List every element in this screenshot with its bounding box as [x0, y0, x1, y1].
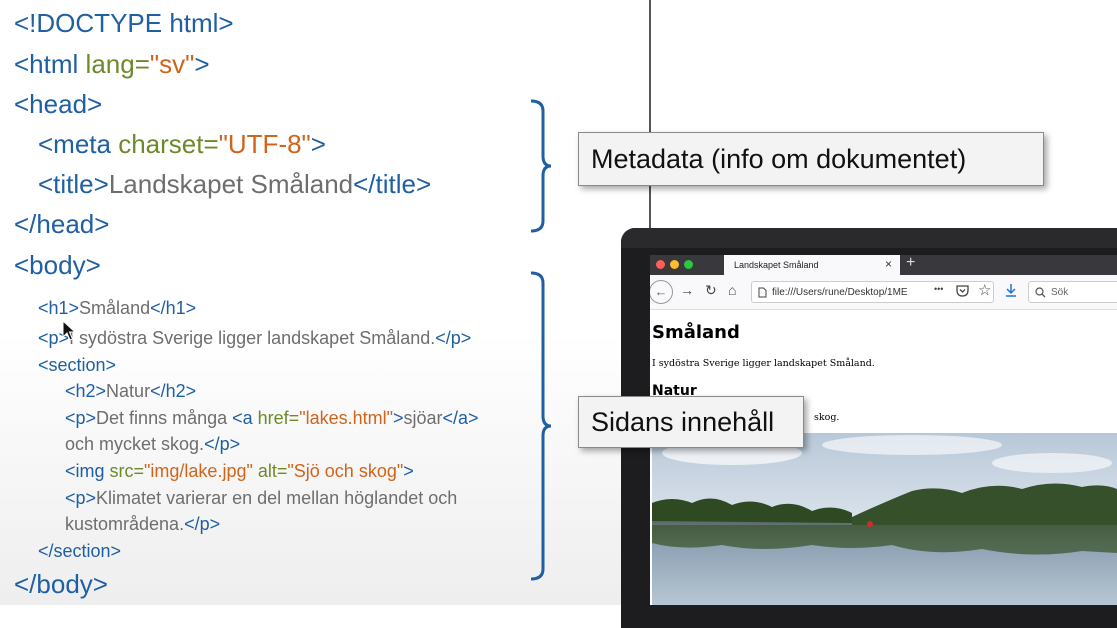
content-callout: Sidans innehåll	[578, 396, 804, 448]
laptop-bezel	[621, 228, 1117, 248]
browser-tab-bar: Landskapet Småland × +	[650, 255, 1117, 275]
new-tab-icon[interactable]: +	[906, 255, 915, 272]
code-section-close: </section>	[38, 541, 122, 561]
code-h1-close: </h1>	[150, 298, 197, 318]
code-line-meta: <meta charset="UTF-8">	[38, 129, 326, 159]
code-meta-attr: charset=	[111, 129, 219, 159]
code-h2-text: Natur	[106, 381, 151, 401]
code-img-src-val: "img/lake.jpg"	[144, 461, 253, 481]
code-line-h2: <h2>Natur</h2>	[65, 380, 196, 402]
page-p1: I sydöstra Sverige ligger landskapet Små…	[652, 358, 875, 369]
code-line-head-open: <head>	[14, 89, 102, 119]
url-text: file:///Users/rune/Desktop/1ME	[772, 287, 908, 298]
browser-nav-bar: ← → ↻ ⌂ file:///Users/rune/Desktop/1ME •…	[650, 275, 1117, 310]
code-line-head-close: </head>	[14, 209, 109, 239]
metadata-brace	[530, 99, 552, 233]
forward-arrow-icon[interactable]: →	[680, 282, 694, 298]
code-img-src-attr: src=	[104, 461, 145, 481]
download-icon[interactable]	[1005, 283, 1017, 297]
code-p3-text: Klimatet varierar en del mellan höglande…	[96, 488, 458, 508]
back-arrow-icon[interactable]: ←	[650, 280, 673, 304]
code-p3-cont: kustområdena.	[65, 514, 185, 534]
code-line-p3: <p>Klimatet varierar en del mellan högla…	[65, 487, 457, 509]
code-html-lang-attr: lang=	[78, 49, 150, 79]
code-title-text: Landskapet Småland	[108, 169, 354, 199]
code-doctype: <!DOCTYPE html>	[14, 8, 234, 38]
search-placeholder: Sök	[1051, 287, 1069, 298]
search-icon	[1035, 287, 1046, 298]
code-line-p1: <p>I sydöstra Sverige ligger landskapet …	[38, 327, 471, 349]
home-icon[interactable]: ⌂	[728, 282, 736, 298]
code-head-close: </head>	[14, 209, 110, 239]
code-line-img: <img src="img/lake.jpg" alt="Sjö och sko…	[65, 460, 414, 482]
code-a-gt: >	[393, 408, 404, 428]
code-body-open: <body>	[14, 250, 101, 280]
code-a-href-val: "lakes.html"	[299, 408, 393, 428]
code-h2-open: <h2>	[65, 381, 107, 401]
code-line-p3-cont: kustområdena.</p>	[65, 513, 220, 535]
page-h1: Småland	[652, 322, 740, 343]
code-p2-open: <p>	[65, 408, 97, 428]
reload-icon[interactable]: ↻	[705, 282, 717, 299]
code-a-close: </a>	[442, 408, 479, 428]
code-a-text: sjöar	[403, 408, 443, 428]
pocket-icon[interactable]	[956, 284, 969, 297]
mouse-cursor-icon	[62, 320, 76, 341]
code-h1-text: Småland	[79, 298, 151, 318]
code-title-close: </title>	[353, 169, 432, 199]
page-p2-visible: skog.	[814, 412, 840, 423]
code-html-gt: >	[194, 49, 210, 79]
code-html-lang-val: "sv"	[149, 49, 195, 79]
code-meta-val: "UTF-8"	[218, 129, 311, 159]
code-line-html: <html lang="sv">	[14, 49, 210, 79]
code-head-open: <head>	[14, 89, 103, 119]
close-window-button[interactable]	[656, 260, 665, 269]
file-icon	[758, 287, 767, 298]
code-line-doctype: <!DOCTYPE html>	[14, 8, 234, 38]
search-field[interactable]: Sök	[1028, 281, 1117, 303]
browser-tab-title: Landskapet Småland	[734, 260, 819, 270]
code-p1-close: </p>	[435, 328, 472, 348]
code-a-open: <a	[232, 408, 253, 428]
code-p3-close: </p>	[184, 514, 221, 534]
minimize-window-button[interactable]	[670, 260, 679, 269]
code-img-alt-val: "Sjö och skog"	[287, 461, 404, 481]
code-img-tag: <img	[65, 461, 105, 481]
code-p2-close: </p>	[204, 434, 241, 454]
page-actions-icon[interactable]: •••	[934, 284, 943, 294]
bookmark-star-icon[interactable]: ☆	[978, 281, 991, 299]
code-line-p2: <p>Det finns många <a href="lakes.html">…	[65, 407, 479, 429]
code-p3-open: <p>	[65, 488, 97, 508]
code-h2-close: </h2>	[150, 381, 197, 401]
code-line-p2-cont: och mycket skog.</p>	[65, 433, 240, 455]
code-line-body-open: <body>	[14, 250, 101, 280]
lake-photo	[652, 433, 1117, 605]
code-title-open: <title>	[38, 169, 109, 199]
code-a-href-attr: href=	[252, 408, 300, 428]
lake-image	[652, 433, 1117, 605]
code-p1-text: I sydöstra Sverige ligger landskapet Små…	[69, 328, 436, 348]
code-meta-tag: <meta	[38, 129, 111, 159]
browser-tab[interactable]: Landskapet Småland ×	[724, 255, 900, 275]
code-p2-text: Det finns många	[96, 408, 233, 428]
code-meta-gt: >	[310, 129, 326, 159]
code-p2-cont: och mycket skog.	[65, 434, 205, 454]
code-body-close: </body>	[14, 569, 108, 599]
code-line-title: <title>Landskapet Småland</title>	[38, 169, 431, 199]
content-brace	[530, 271, 552, 581]
code-line-section-open: <section>	[38, 354, 116, 376]
code-line-body-close: </body>	[14, 569, 108, 599]
maximize-window-button[interactable]	[684, 260, 693, 269]
metadata-callout: Metadata (info om dokumentet)	[578, 132, 1044, 186]
code-img-gt: >	[403, 461, 414, 481]
code-line-h1: <h1>Småland</h1>	[38, 297, 196, 319]
tab-close-icon[interactable]: ×	[885, 257, 892, 271]
code-img-alt-attr: alt=	[252, 461, 288, 481]
code-h1-open: <h1>	[38, 298, 80, 318]
code-line-section-close: </section>	[38, 540, 121, 562]
code-html-tag: <html	[14, 49, 79, 79]
code-section-open: <section>	[38, 355, 117, 375]
